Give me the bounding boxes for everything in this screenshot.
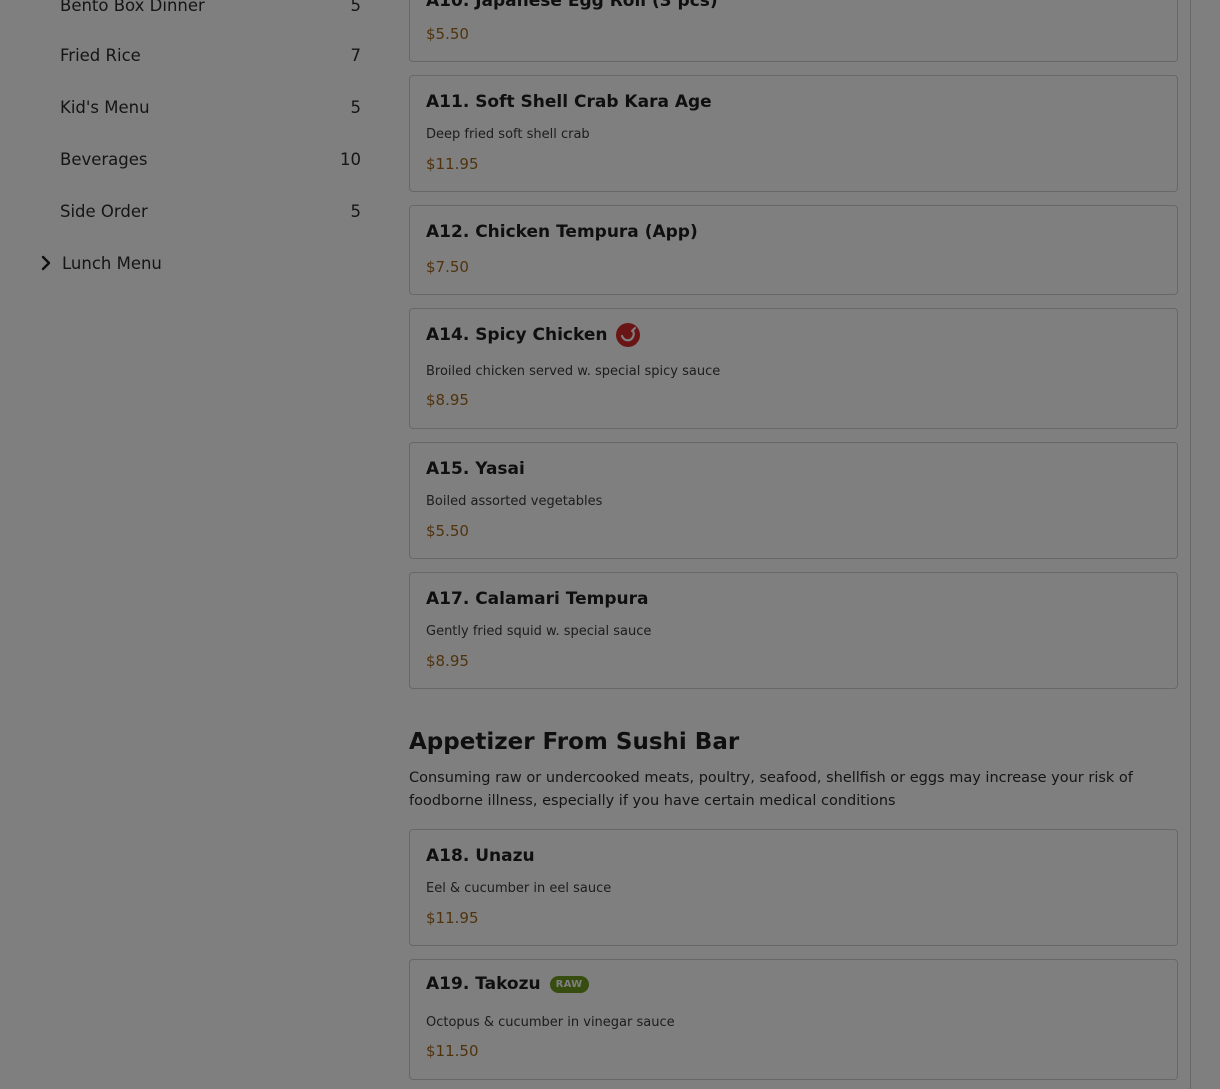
category-item-side-order[interactable]: Side Order 5	[60, 196, 361, 226]
menu-item-price: $8.95	[426, 391, 469, 409]
menu-item-description: Eel & cucumber in eel sauce	[426, 881, 612, 896]
menu-item-description: Boiled assorted vegetables	[426, 494, 603, 509]
category-label: Kid's Menu	[60, 97, 150, 117]
category-label: Fried Rice	[60, 45, 141, 65]
menu-item-price: $8.95	[426, 652, 469, 670]
lunch-menu-label: Lunch Menu	[62, 253, 162, 273]
category-count: 5	[350, 201, 362, 221]
category-count: 5	[350, 0, 362, 15]
menu-item-card[interactable]: A14. Spicy Chicken Broiled chicken serve…	[409, 308, 1178, 429]
section-note: Consuming raw or undercooked meats, poul…	[409, 770, 1133, 809]
category-count: 5	[350, 97, 362, 117]
menu-item-price: $11.95	[426, 155, 479, 173]
category-item-kids-menu[interactable]: Kid's Menu 5	[60, 92, 361, 122]
menu-item-card[interactable]: A15. Yasai Boiled assorted vegetables $5…	[409, 442, 1178, 559]
category-label: Beverages	[60, 149, 148, 169]
menu-item-price: $7.50	[426, 258, 469, 276]
menu-item-description: Deep fried soft shell crab	[426, 127, 590, 142]
section-title: Appetizer From Sushi Bar	[409, 729, 740, 755]
menu-item-title-row: A14. Spicy Chicken	[426, 323, 641, 347]
menu-item-title-row: A19. Takozu RAW	[426, 974, 589, 994]
menu-item-price: $5.50	[426, 522, 469, 540]
spicy-pepper-icon	[616, 323, 641, 347]
category-label: Bento Box Dinner	[60, 0, 205, 15]
lunch-menu-toggle[interactable]: Lunch Menu	[38, 248, 162, 278]
category-count: 7	[350, 45, 362, 65]
menu-item-description: Octopus & cucumber in vinegar sauce	[426, 1015, 675, 1030]
category-label: Side Order	[60, 201, 148, 221]
chevron-right-icon	[38, 255, 54, 271]
menu-item-card[interactable]: A11. Soft Shell Crab Kara Age Deep fried…	[409, 75, 1178, 192]
menu-item-description: Gently fried squid w. special sauce	[426, 624, 652, 639]
menu-item-card[interactable]: A12. Chicken Tempura (App) $7.50	[409, 205, 1178, 295]
menu-item-price: $5.50	[426, 25, 469, 43]
category-item-beverages[interactable]: Beverages 10	[60, 144, 361, 174]
content-divider	[1190, 0, 1191, 1089]
category-item-fried-rice[interactable]: Fried Rice 7	[60, 40, 361, 70]
menu-item-title: A12. Chicken Tempura (App)	[426, 222, 698, 242]
menu-item-title: A10. Japanese Egg Roll (3 pcs)	[426, 0, 718, 11]
menu-item-description: Broiled chicken served w. special spicy …	[426, 364, 721, 379]
menu-item-title: A11. Soft Shell Crab Kara Age	[426, 92, 712, 112]
category-count: 10	[340, 149, 361, 169]
menu-item-card[interactable]: A18. Unazu Eel & cucumber in eel sauce $…	[409, 829, 1178, 946]
menu-item-card[interactable]: A19. Takozu RAW Octopus & cucumber in vi…	[409, 959, 1178, 1080]
menu-item-price: $11.50	[426, 1042, 479, 1060]
menu-item-price: $11.95	[426, 909, 479, 927]
menu-item-card[interactable]: A10. Japanese Egg Roll (3 pcs) $5.50	[409, 0, 1178, 62]
raw-badge: RAW	[549, 975, 589, 993]
menu-item-title: A19. Takozu	[426, 974, 541, 994]
menu-item-title: A14. Spicy Chicken	[426, 325, 608, 345]
menu-item-title: A15. Yasai	[426, 459, 525, 479]
menu-item-title: A18. Unazu	[426, 846, 535, 866]
menu-item-title: A17. Calamari Tempura	[426, 589, 649, 609]
menu-item-card[interactable]: A17. Calamari Tempura Gently fried squid…	[409, 572, 1178, 689]
category-item-bento-box-dinner[interactable]: Bento Box Dinner 5	[60, 0, 361, 20]
